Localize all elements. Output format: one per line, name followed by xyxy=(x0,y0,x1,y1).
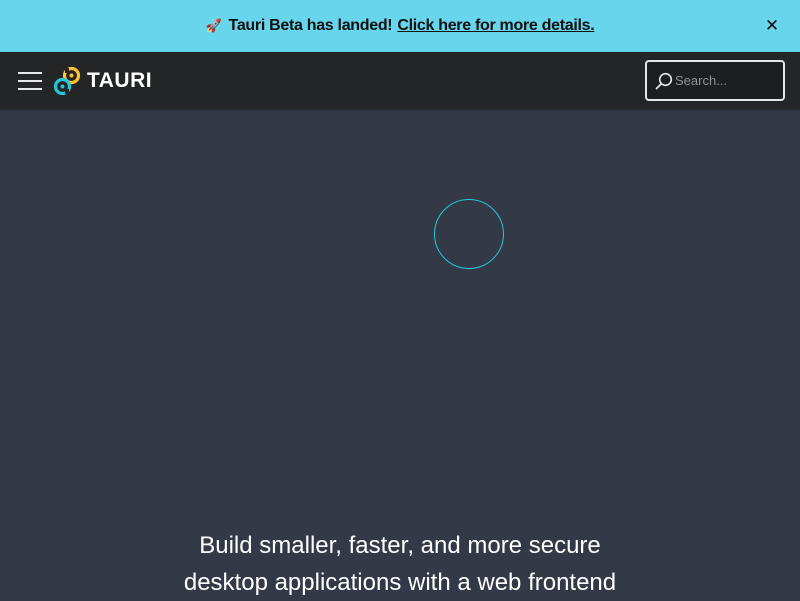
tagline-line-2: desktop applications with a web frontend xyxy=(183,569,617,596)
loading-spinner xyxy=(434,199,504,269)
tagline-line-1: Build smaller, faster, and more secure xyxy=(199,532,601,559)
logo-text: TAURI xyxy=(87,69,153,92)
announcement-message: 🚀 Tauri Beta has landed! Click here for … xyxy=(206,17,595,35)
search-icon xyxy=(655,72,673,89)
hero-tagline: Build smaller, faster, and more secure d… xyxy=(0,527,800,601)
site-logo[interactable]: TAURI xyxy=(52,65,152,97)
search-input[interactable] xyxy=(675,73,783,88)
rocket-icon: 🚀 xyxy=(205,18,222,33)
announcement-text: Tauri Beta has landed! xyxy=(228,17,393,34)
announcement-bar: 🚀 Tauri Beta has landed! Click here for … xyxy=(0,0,800,52)
search-box[interactable] xyxy=(645,60,785,101)
tauri-logo-icon xyxy=(53,66,81,96)
close-icon[interactable]: ✕ xyxy=(764,16,780,36)
announcement-details-link[interactable]: Click here for more details. xyxy=(397,17,594,35)
hamburger-menu-icon[interactable] xyxy=(18,70,42,92)
